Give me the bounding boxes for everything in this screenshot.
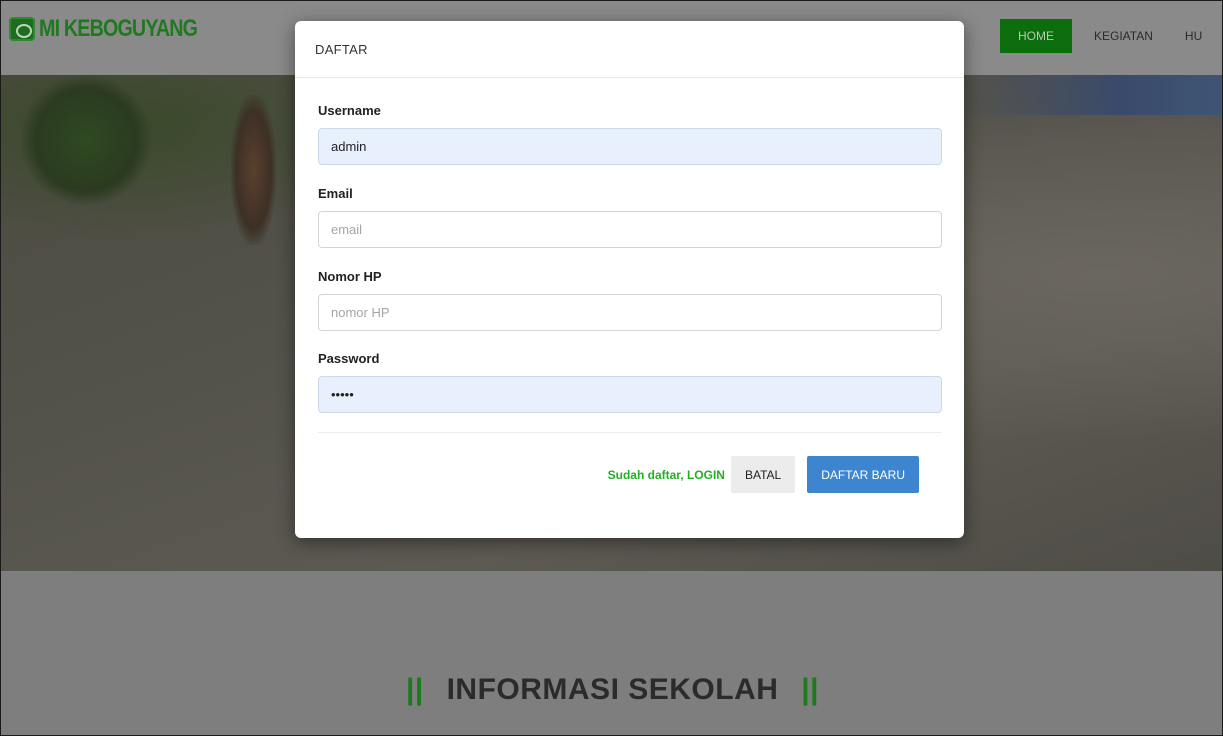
page: MI KEBOGUYANG HOME KEGIATAN HU || INFORM… bbox=[0, 0, 1223, 736]
username-group: Username bbox=[318, 103, 942, 165]
nav-menu: HOME KEGIATAN HU bbox=[1000, 19, 1218, 53]
phone-label: Nomor HP bbox=[318, 269, 382, 284]
info-title-text: INFORMASI SEKOLAH bbox=[446, 673, 779, 706]
title-bar-right: || bbox=[801, 673, 820, 706]
brand-name: MI KEBOGUYANG bbox=[39, 15, 198, 42]
nav-item-hubungi[interactable]: HU bbox=[1169, 19, 1218, 53]
password-group: Password bbox=[318, 351, 942, 413]
email-group: Email bbox=[318, 186, 942, 248]
email-input[interactable] bbox=[318, 211, 942, 248]
modal-footer-divider bbox=[318, 432, 942, 433]
info-section-title: || INFORMASI SEKOLAH || bbox=[1, 673, 1222, 707]
info-section bbox=[1, 571, 1222, 735]
cancel-button[interactable]: BATAL bbox=[730, 456, 796, 493]
brand[interactable]: MI KEBOGUYANG bbox=[9, 11, 232, 47]
register-button[interactable]: DAFTAR BARU bbox=[807, 456, 919, 493]
phone-group: Nomor HP bbox=[318, 269, 942, 331]
password-label: Password bbox=[318, 351, 380, 366]
email-label: Email bbox=[318, 186, 353, 201]
school-logo-icon bbox=[9, 17, 35, 41]
title-bar-left: || bbox=[405, 673, 424, 706]
password-input[interactable] bbox=[318, 376, 942, 413]
modal-header: DAFTAR bbox=[295, 21, 964, 78]
login-link[interactable]: Sudah daftar, LOGIN bbox=[608, 468, 725, 482]
register-modal: DAFTAR Username Email Nomor HP Password … bbox=[295, 21, 964, 538]
nav-item-kegiatan[interactable]: KEGIATAN bbox=[1078, 19, 1169, 53]
nav-item-home[interactable]: HOME bbox=[1000, 19, 1072, 53]
username-label: Username bbox=[318, 103, 381, 118]
modal-actions: Sudah daftar, LOGIN BATAL DAFTAR BARU bbox=[608, 456, 919, 493]
hero-person bbox=[231, 95, 276, 245]
phone-input[interactable] bbox=[318, 294, 942, 331]
username-input[interactable] bbox=[318, 128, 942, 165]
hero-sky bbox=[964, 75, 1222, 115]
modal-title: DAFTAR bbox=[315, 41, 368, 57]
hero-foliage bbox=[21, 75, 151, 205]
